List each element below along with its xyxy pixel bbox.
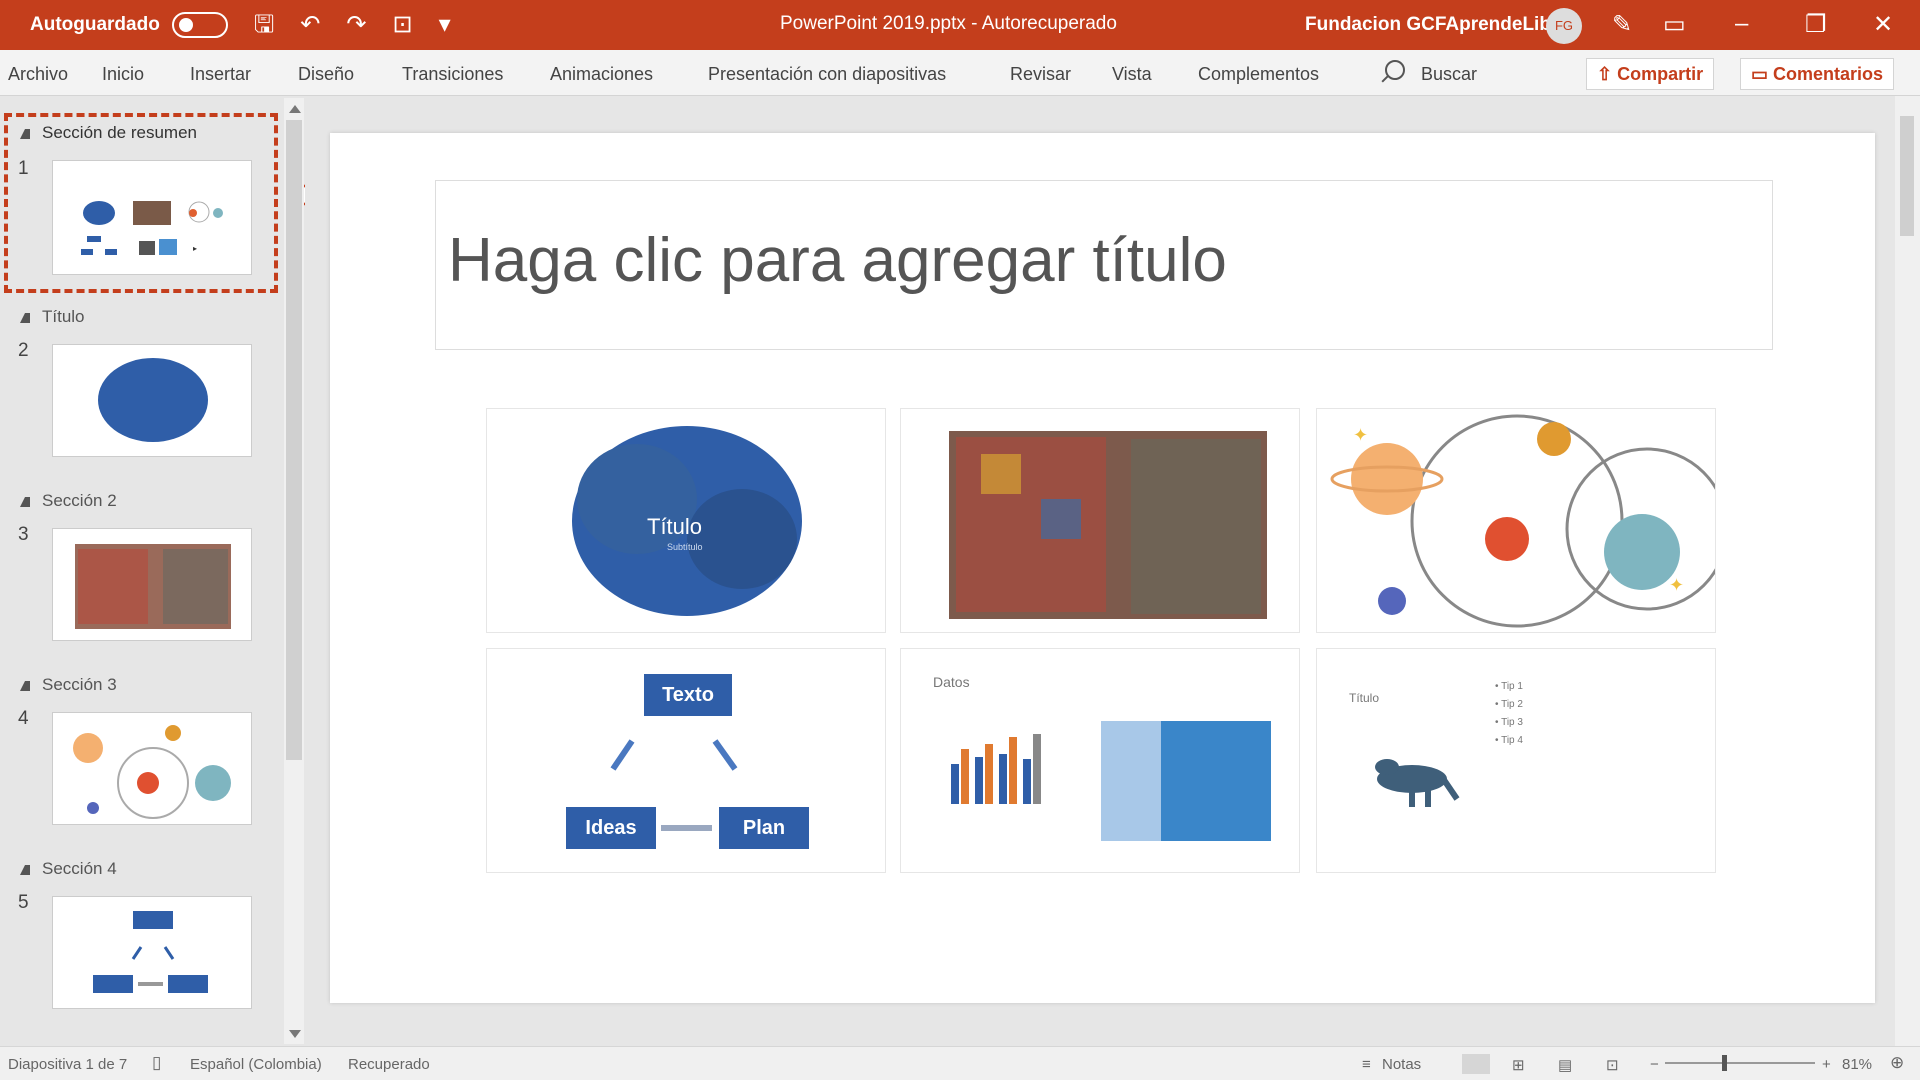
summary-zoom-card-diagram[interactable]: Texto Ideas Plan	[486, 648, 886, 873]
tab-complementos[interactable]: Complementos	[1198, 64, 1319, 85]
document-title: PowerPoint 2019.pptx - Autorecuperado	[780, 13, 1117, 34]
close-icon[interactable]: ✕	[1873, 10, 1893, 39]
planets-diagram: ✦ ✦	[1330, 414, 1715, 628]
fit-slide-icon[interactable]: ⊕	[1890, 1053, 1904, 1073]
tab-transiciones[interactable]: Transiciones	[402, 64, 503, 85]
zoom-slider-handle[interactable]	[1722, 1055, 1727, 1071]
slide-scroll-thumb[interactable]	[1900, 116, 1914, 236]
diagram-connectors	[610, 739, 738, 831]
slide-count: Diapositiva 1 de 7	[8, 1056, 128, 1073]
share-icon: ⇧	[1597, 64, 1618, 84]
crowd-photo	[949, 431, 1267, 619]
panel-scroll-thumb[interactable]	[286, 120, 302, 760]
slide-sorter-icon[interactable]: ⊞	[1512, 1056, 1525, 1074]
undo-icon[interactable]: ↶	[300, 13, 320, 37]
slide-number-4: 4	[18, 708, 29, 729]
summary-zoom-card-photo[interactable]	[900, 408, 1300, 633]
zoom-out-icon[interactable]: −	[1650, 1056, 1659, 1073]
summary-zoom-card-data[interactable]: Datos	[900, 648, 1300, 873]
autosave-label: Autoguardado	[30, 14, 160, 35]
scroll-up-icon[interactable]	[289, 105, 301, 113]
ribbon-display-icon[interactable]: ▭	[1663, 10, 1686, 39]
section-title-3[interactable]: Sección 2	[42, 491, 117, 511]
spell-check-icon[interactable]: ▯	[152, 1053, 161, 1073]
slide-scrollbar[interactable]	[1895, 96, 1920, 1046]
diagram-plan-box: Plan	[719, 807, 809, 849]
comments-button[interactable]: ▭ Comentarios	[1740, 58, 1895, 90]
language-label[interactable]: Español (Colombia)	[190, 1056, 322, 1073]
ribbon: Archivo Inicio Insertar Diseño Transicio…	[0, 50, 1920, 96]
dinosaur-image	[1375, 759, 1460, 807]
search-icon[interactable]	[1385, 60, 1405, 80]
search-label[interactable]: Buscar	[1421, 64, 1477, 85]
user-name[interactable]: Fundacion GCFAprendeLibre	[1305, 14, 1569, 36]
save-icon[interactable]: 🖫	[254, 13, 274, 37]
tab-archivo[interactable]: Archivo	[8, 64, 68, 85]
tab-vista[interactable]: Vista	[1112, 64, 1152, 85]
autosave-toggle[interactable]	[171, 12, 228, 38]
svg-text:✦: ✦	[1353, 425, 1368, 445]
slide-thumbnail-3[interactable]	[52, 528, 252, 641]
tab-animaciones[interactable]: Animaciones	[550, 64, 653, 85]
slide-number-3: 3	[18, 524, 29, 545]
svg-text:✦: ✦	[1669, 575, 1684, 595]
crowd-thumbnail-art	[75, 544, 231, 629]
section-title-5[interactable]: Sección 4	[42, 859, 117, 879]
zoom-in-icon[interactable]: +	[1822, 1056, 1831, 1073]
tab-inicio[interactable]: Inicio	[102, 64, 144, 85]
scroll-down-icon[interactable]	[289, 1030, 301, 1038]
restore-icon[interactable]: ❐	[1805, 10, 1827, 39]
notes-icon[interactable]: ≡	[1362, 1056, 1371, 1073]
title-bar: Autoguardado 🖫 ↶ ↷ ⊡ ▾ PowerPoint 2019.p…	[0, 0, 1920, 50]
tab-insertar[interactable]: Insertar	[190, 64, 251, 85]
pen-icon[interactable]: ✎	[1612, 10, 1632, 39]
normal-view-icon[interactable]	[1462, 1054, 1490, 1074]
collapse-triangle-icon[interactable]	[20, 497, 30, 507]
share-label: Compartir	[1617, 64, 1704, 84]
share-button[interactable]: ⇧ Compartir	[1586, 58, 1715, 90]
zoom-level[interactable]: 81%	[1842, 1056, 1872, 1073]
collapse-triangle-icon[interactable]	[20, 313, 30, 323]
redo-icon[interactable]: ↷	[346, 13, 366, 37]
slide-number-2: 2	[18, 340, 29, 361]
section-title-2[interactable]: Título	[42, 307, 85, 327]
avatar[interactable]: FG	[1546, 8, 1582, 44]
slide-thumbnail-2[interactable]	[52, 344, 252, 457]
comments-label: Comentarios	[1773, 64, 1884, 84]
tab-diseno[interactable]: Diseño	[298, 64, 354, 85]
planets-thumbnail-art	[73, 725, 231, 819]
comment-icon: ▭	[1751, 64, 1774, 84]
tab-revisar[interactable]: Revisar	[1010, 64, 1071, 85]
cloud-title: Título	[647, 514, 703, 539]
recovered-label: Recuperado	[348, 1056, 430, 1073]
present-icon[interactable]: ⊡	[393, 13, 413, 37]
cloud-thumbnail-art	[98, 358, 208, 442]
customize-icon[interactable]: ▾	[439, 13, 451, 37]
collapse-triangle-icon[interactable]	[20, 865, 30, 875]
cloud-subtitle: Subtítulo	[667, 542, 703, 552]
summary-zoom-card-list[interactable]: Título • Tip 1 • Tip 2 • Tip 3 • Tip 4	[1316, 648, 1716, 873]
summary-zoom-card-cloud[interactable]: Título Subtítulo	[486, 408, 886, 633]
minimize-icon[interactable]: –	[1735, 10, 1748, 38]
summary-zoom-card-planets[interactable]: ✦ ✦	[1316, 408, 1716, 633]
diagram-thumbnail-art	[93, 911, 208, 993]
section-title-4[interactable]: Sección 3	[42, 675, 117, 695]
reading-view-icon[interactable]: ▤	[1558, 1056, 1572, 1074]
selection-highlight	[4, 113, 278, 293]
collapse-triangle-icon[interactable]	[20, 681, 30, 691]
zoom-slider[interactable]	[1665, 1062, 1815, 1064]
tab-presentacion[interactable]: Presentación con diapositivas	[708, 64, 946, 85]
bar-chart-image	[951, 721, 1271, 841]
title-placeholder-text: Haga clic para agregar título	[448, 226, 1227, 295]
slide-thumbnail-5[interactable]	[52, 896, 252, 1009]
slide-number-5: 5	[18, 892, 29, 913]
slide-thumbnail-4[interactable]	[52, 712, 252, 825]
status-bar: Diapositiva 1 de 7 ▯ Español (Colombia) …	[0, 1046, 1920, 1080]
slideshow-icon[interactable]: ⊡	[1606, 1056, 1619, 1074]
diagram-ideas-box: Ideas	[566, 807, 656, 849]
notes-button[interactable]: Notas	[1382, 1056, 1421, 1073]
